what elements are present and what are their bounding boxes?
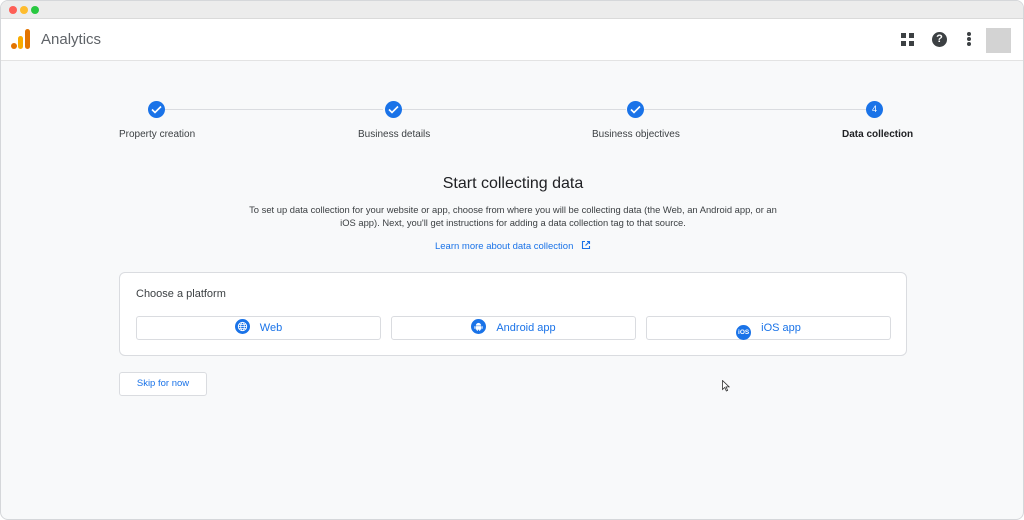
page-title: Start collecting data [442, 175, 584, 192]
open-in-new-icon [581, 240, 591, 253]
ios-button-label: iOS app [761, 322, 801, 334]
step-label-business-details: Business details [358, 129, 431, 140]
ios-icon: iOS [736, 325, 752, 340]
web-button-label: Web [259, 322, 283, 334]
help-icon[interactable]: ? [932, 32, 947, 47]
step-connector [165, 109, 383, 110]
android-platform-button[interactable]: Android app [391, 316, 636, 340]
skip-for-now-button[interactable]: Skip for now [119, 372, 207, 396]
step-3-check-icon [627, 101, 644, 118]
step-connector [644, 109, 867, 110]
globe-icon [234, 319, 250, 334]
step-4-number: 4 [866, 101, 883, 118]
close-window-button[interactable] [9, 6, 17, 14]
learn-more-link[interactable]: Learn more about data collection [1, 240, 1023, 253]
android-button-label: Android app [496, 322, 556, 334]
step-2-check-icon [385, 101, 402, 118]
ios-platform-button[interactable]: iOS iOS app [646, 316, 891, 340]
web-platform-button[interactable]: Web [136, 316, 381, 340]
step-1-check-icon [148, 101, 165, 118]
account-avatar[interactable] [986, 28, 1011, 53]
step-connector [402, 109, 626, 110]
browser-window: Analytics ? 4 Property creation Business… [0, 0, 1024, 520]
android-icon [471, 319, 487, 334]
platform-card: Choose a platform Web Android app iOS iO… [119, 272, 907, 356]
mouse-cursor-icon [722, 379, 731, 397]
app-header: Analytics ? [1, 19, 1023, 61]
more-vert-icon[interactable] [967, 32, 971, 46]
step-label-property-creation: Property creation [119, 129, 196, 140]
setup-stepper: 4 Property creation Business details Bus… [1, 99, 1023, 149]
page-description: To set up data collection for your websi… [249, 204, 777, 228]
maximize-window-button[interactable] [31, 6, 39, 14]
app-title: Analytics [41, 31, 102, 48]
learn-more-label: Learn more about data collection [434, 241, 574, 252]
analytics-logo-icon[interactable] [11, 29, 31, 49]
step-label-business-objectives: Business objectives [592, 129, 680, 140]
minimize-window-button[interactable] [20, 6, 28, 14]
window-chrome [1, 1, 1023, 19]
card-title: Choose a platform [136, 288, 226, 300]
apps-grid-icon[interactable] [901, 33, 914, 46]
step-label-data-collection: Data collection [842, 129, 914, 140]
